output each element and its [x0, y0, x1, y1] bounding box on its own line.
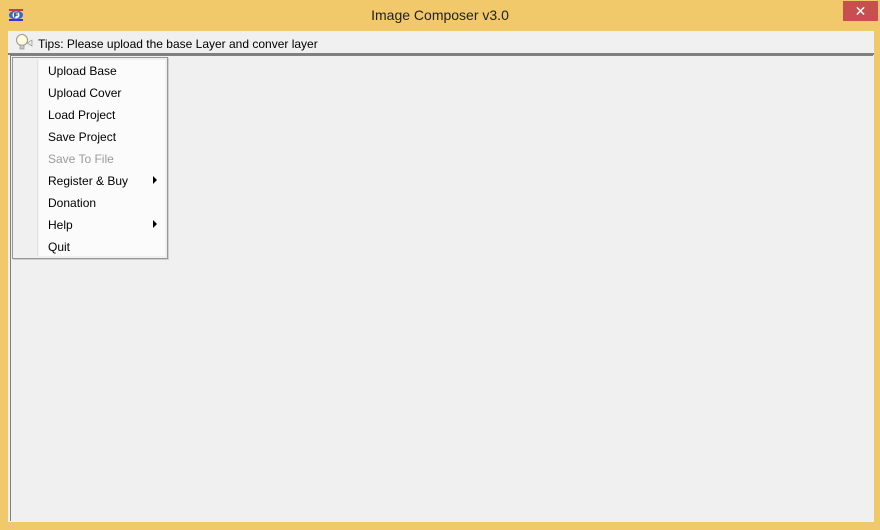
tips-text: Tips: Please upload the base Layer and c…: [38, 37, 318, 51]
menu-item-label: Register & Buy: [48, 174, 129, 188]
menu-item-load-project[interactable]: Load Project: [13, 103, 167, 125]
menu-item-label: Upload Base: [48, 64, 117, 78]
menu-item-label: Donation: [48, 196, 97, 210]
menu-item-label: Quit: [48, 240, 71, 254]
app-window: F Image Composer v3.0 ✕ Tips: Please upl…: [0, 0, 880, 530]
context-menu: Upload Base Upload Cover Load Project Sa…: [12, 57, 168, 259]
menu-item-label: Save Project: [48, 130, 117, 144]
title-bar[interactable]: F Image Composer v3.0 ✕: [0, 0, 880, 31]
menu-item-upload-cover[interactable]: Upload Cover: [13, 81, 167, 103]
menu-item-save-project[interactable]: Save Project: [13, 125, 167, 147]
menu-item-quit[interactable]: Quit: [13, 235, 167, 257]
close-button[interactable]: ✕: [843, 1, 878, 21]
tips-bar: Tips: Please upload the base Layer and c…: [8, 31, 874, 55]
menu-item-donation[interactable]: Donation: [13, 191, 167, 213]
menu-item-label: Save To File: [48, 152, 114, 166]
menu-item-help[interactable]: Help: [13, 213, 167, 235]
submenu-arrow-icon: [153, 176, 157, 184]
menu-item-label: Upload Cover: [48, 86, 122, 100]
submenu-arrow-icon: [153, 220, 157, 228]
window-title: Image Composer v3.0: [371, 7, 509, 23]
menu-item-register-buy[interactable]: Register & Buy: [13, 169, 167, 191]
lightbulb-icon: [16, 34, 33, 50]
menu-item-upload-base[interactable]: Upload Base: [13, 59, 167, 81]
menu-item-save-to-file: Save To File: [13, 147, 167, 169]
menu-item-label: Load Project: [48, 108, 116, 122]
menu-item-label: Help: [48, 218, 73, 232]
